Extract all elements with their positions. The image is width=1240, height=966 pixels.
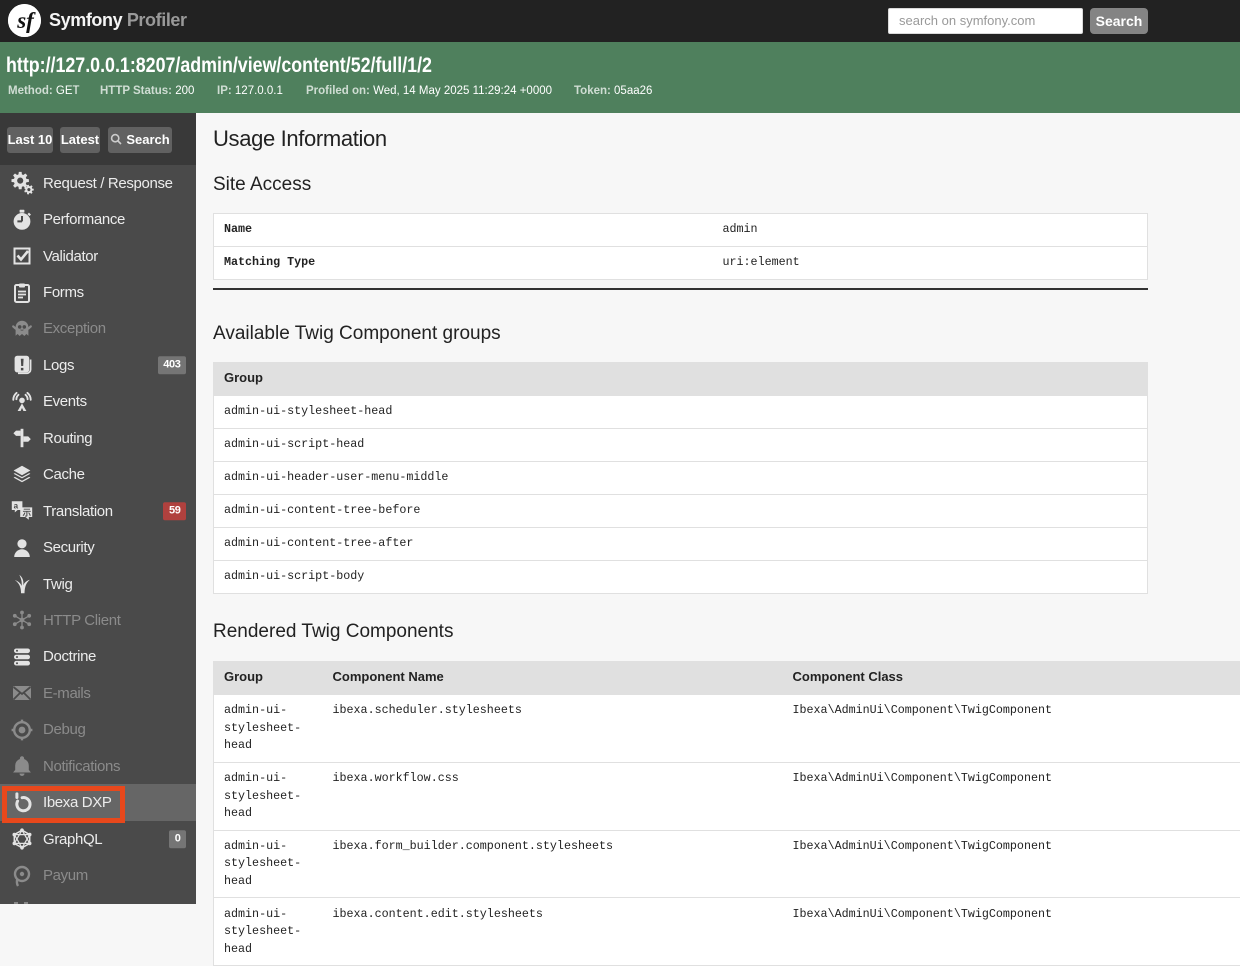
svg-text:示: 示 [22,507,32,517]
svg-text:sf: sf [16,8,36,33]
